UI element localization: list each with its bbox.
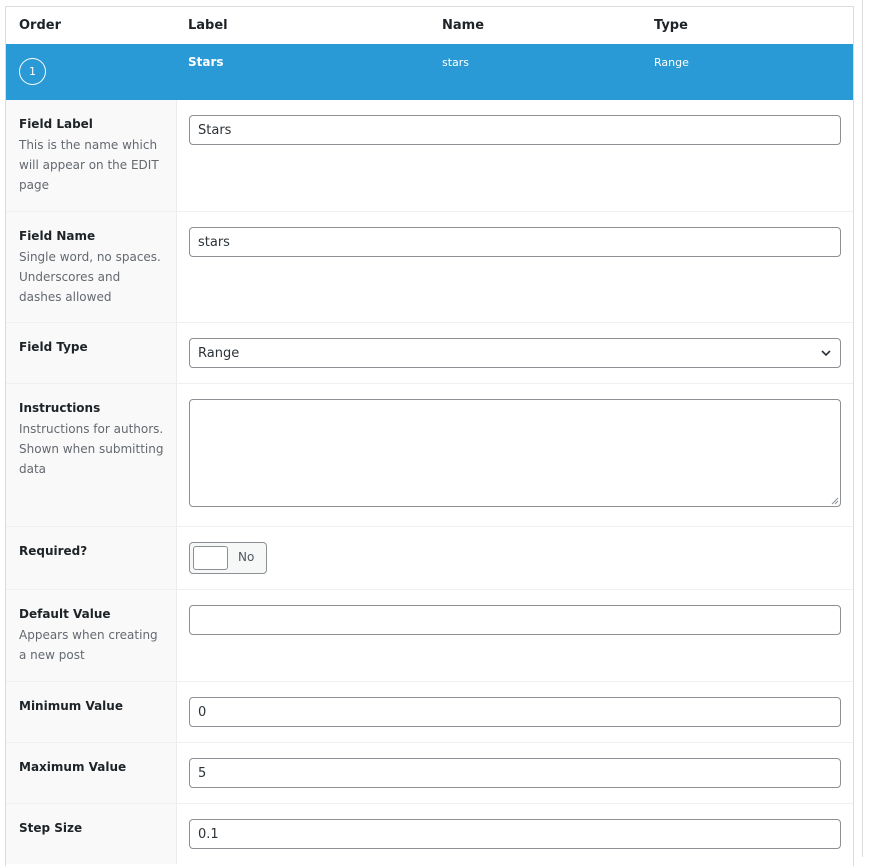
setting-title: Minimum Value bbox=[19, 699, 123, 713]
minimum-value-input[interactable] bbox=[189, 697, 841, 727]
required-toggle[interactable]: No bbox=[189, 542, 267, 574]
fields-table-header: Order Label Name Type bbox=[6, 7, 853, 44]
page-divider bbox=[862, 0, 863, 857]
setting-minimum-value: Minimum Value bbox=[6, 681, 853, 742]
setting-title: Maximum Value bbox=[19, 760, 127, 774]
setting-step-size: Step Size bbox=[6, 803, 853, 864]
setting-description: Single word, no spaces. Underscores and … bbox=[19, 250, 161, 304]
setting-field-label: Field Label This is the name which will … bbox=[6, 100, 853, 211]
setting-label-cell: Field Name Single word, no spaces. Under… bbox=[6, 212, 177, 322]
field-label-input[interactable] bbox=[189, 115, 841, 145]
setting-label-cell: Default Value Appears when creating a ne… bbox=[6, 590, 177, 681]
toggle-label: No bbox=[238, 550, 255, 564]
setting-label-cell: Maximum Value bbox=[6, 743, 177, 803]
setting-required: Required? No bbox=[6, 526, 853, 589]
instructions-textarea[interactable] bbox=[189, 399, 841, 507]
setting-label-cell: Step Size bbox=[6, 804, 177, 864]
default-value-input[interactable] bbox=[189, 605, 841, 635]
field-row-type: Range bbox=[654, 56, 689, 69]
setting-label-cell: Field Label This is the name which will … bbox=[6, 100, 177, 211]
field-row-stars[interactable]: 1 Stars stars Range bbox=[6, 44, 853, 100]
resize-grip-icon[interactable] bbox=[830, 496, 839, 505]
field-name-input[interactable] bbox=[189, 227, 841, 257]
field-row-name: stars bbox=[442, 56, 470, 69]
setting-label-cell: Required? bbox=[6, 527, 177, 589]
setting-label-cell: Minimum Value bbox=[6, 682, 177, 742]
setting-instructions: Instructions Instructions for authors. S… bbox=[6, 383, 853, 526]
setting-title: Instructions bbox=[19, 401, 101, 415]
setting-field-name: Field Name Single word, no spaces. Under… bbox=[6, 211, 853, 322]
column-header-name: Name bbox=[442, 18, 485, 33]
setting-label-cell: Instructions Instructions for authors. S… bbox=[6, 384, 177, 526]
order-handle[interactable]: 1 bbox=[19, 58, 46, 85]
field-type-selected: Range bbox=[198, 345, 240, 361]
column-header-order: Order bbox=[19, 18, 61, 33]
setting-field-type: Field Type Range bbox=[6, 322, 853, 383]
setting-label-cell: Field Type bbox=[6, 323, 177, 383]
setting-title: Field Name bbox=[19, 229, 96, 243]
setting-title: Step Size bbox=[19, 821, 83, 835]
field-row-label[interactable]: Stars bbox=[188, 55, 224, 69]
setting-title: Field Type bbox=[19, 340, 88, 354]
column-header-label: Label bbox=[188, 18, 228, 33]
setting-title: Default Value bbox=[19, 607, 111, 621]
setting-title: Required? bbox=[19, 544, 88, 558]
field-settings: Field Label This is the name which will … bbox=[6, 100, 853, 864]
fields-panel: Order Label Name Type 1 Stars stars Rang… bbox=[5, 6, 854, 866]
chevron-down-icon bbox=[821, 350, 831, 357]
setting-description: Appears when creating a new post bbox=[19, 628, 158, 662]
step-size-input[interactable] bbox=[189, 819, 841, 849]
maximum-value-input[interactable] bbox=[189, 758, 841, 788]
setting-description: Instructions for authors. Shown when sub… bbox=[19, 422, 164, 476]
setting-title: Field Label bbox=[19, 117, 93, 131]
field-type-select[interactable]: Range bbox=[189, 338, 841, 368]
setting-default-value: Default Value Appears when creating a ne… bbox=[6, 589, 853, 681]
setting-description: This is the name which will appear on th… bbox=[19, 138, 159, 192]
setting-maximum-value: Maximum Value bbox=[6, 742, 853, 803]
column-header-type: Type bbox=[654, 18, 688, 33]
toggle-knob bbox=[193, 546, 228, 570]
